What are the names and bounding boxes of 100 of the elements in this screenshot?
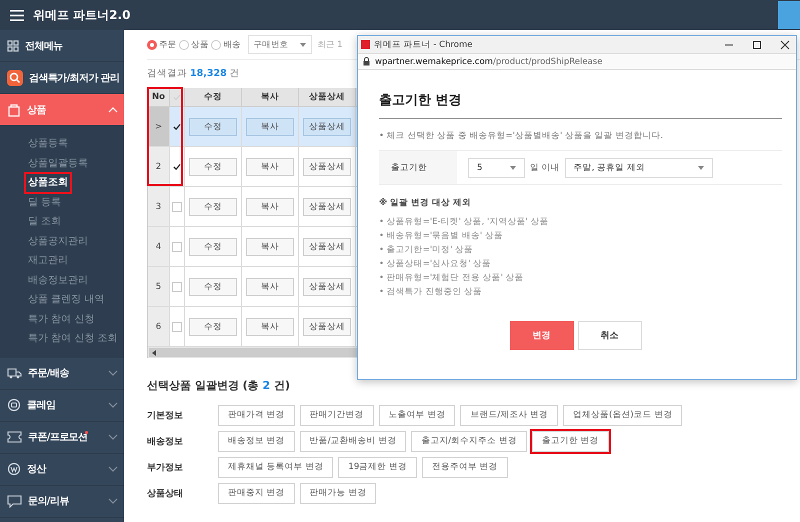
- app-logo-icon: [361, 40, 370, 49]
- corner-block: [778, 1, 800, 29]
- column-header: 복사: [242, 88, 299, 107]
- sidebar-item[interactable]: 정산: [0, 454, 124, 486]
- row-action-button[interactable]: 복사: [246, 198, 294, 216]
- exclusion-item: • 검색특가 진행중인 상품: [379, 286, 484, 299]
- sidebar-item[interactable]: 쿠폰/프로모션: [0, 422, 124, 454]
- bulk-change-button[interactable]: 판매중지 변경: [218, 482, 295, 504]
- row-action-button[interactable]: 복사: [246, 318, 294, 336]
- headset-icon: [7, 398, 21, 412]
- submenu-item[interactable]: 상품공지관리: [25, 232, 91, 251]
- chat-icon: [7, 494, 22, 508]
- row-action-button[interactable]: 복사: [246, 158, 294, 176]
- exclusions-title: ※ 일괄 변경 대상 제외: [379, 197, 472, 209]
- bulk-change-button[interactable]: 제휴채널 등록여부 변경: [218, 456, 334, 478]
- sidebar-label: 문의/리뷰: [28, 495, 69, 508]
- row-checkbox[interactable]: [172, 122, 182, 132]
- submenu-item[interactable]: 재고관리: [25, 251, 71, 270]
- window-title: 위메프 파트너 - Chrome: [374, 38, 473, 50]
- close-icon[interactable]: [780, 40, 790, 50]
- row-number: >: [148, 107, 170, 147]
- row-action-button[interactable]: 복사: [246, 238, 294, 256]
- submenu-item[interactable]: 특가 참여 신청: [25, 310, 98, 329]
- row-number: 6: [148, 307, 170, 347]
- row-action-button[interactable]: 수정: [189, 238, 237, 256]
- days-select[interactable]: 5: [468, 158, 525, 178]
- row-number: 3: [148, 187, 170, 227]
- group-label: 부가정보: [147, 462, 184, 474]
- bulk-change-button[interactable]: 전용주여부 변경: [422, 456, 508, 478]
- sidebar-item[interactable]: 문의/리뷰: [0, 486, 124, 518]
- address-url: wpartner.wemakeprice.com/product/prodShipRelease: [375, 56, 602, 66]
- sidebar-label: 주문/배송: [28, 367, 69, 380]
- row-checkbox[interactable]: [172, 162, 182, 172]
- submenu-item[interactable]: 딜 등록: [25, 192, 64, 212]
- bulk-change-button[interactable]: 출고지/회수지주소 변경: [411, 430, 527, 452]
- result-count: 검색결과 18,328 건: [147, 67, 241, 80]
- menu-icon[interactable]: [10, 10, 24, 20]
- days-unit: 일 이내: [530, 162, 560, 174]
- dialog-button[interactable]: 취소: [578, 321, 642, 350]
- submenu-item[interactable]: 상품등록: [25, 134, 71, 154]
- search-icon: [7, 70, 23, 86]
- section-title: 선택상품 일괄변경 (총 2 건): [147, 378, 292, 393]
- option-select[interactable]: 주말, 공휴일 제외: [564, 158, 713, 178]
- bag-icon: [7, 102, 21, 116]
- submenu-item[interactable]: 딜 조회: [25, 212, 64, 232]
- caret-icon: [300, 42, 306, 46]
- sidebar-item[interactable]: 주문/배송: [0, 358, 124, 390]
- radio-option[interactable]: 배송: [211, 38, 241, 50]
- sidebar-item[interactable]: 전체메뉴: [0, 30, 124, 62]
- grid-icon: [7, 40, 19, 52]
- row-action-button[interactable]: 상품상세: [303, 238, 351, 256]
- row-number: 4: [148, 227, 170, 267]
- row-action-button[interactable]: 복사: [246, 278, 294, 296]
- maximize-icon[interactable]: [752, 40, 762, 50]
- caret-icon: [698, 166, 704, 170]
- group-label: 상품상태: [147, 488, 184, 500]
- form-label: 출고기한: [379, 151, 457, 184]
- exclusion-item: • 상품유형='E-티켓' 상품, '지역상품' 상품: [379, 216, 550, 229]
- radio-option[interactable]: 주문: [147, 38, 176, 50]
- submenu-item[interactable]: 상품 클렌징 내역: [25, 290, 108, 310]
- ticket-icon: [7, 431, 22, 443]
- bulk-change-button[interactable]: 판매가능 변경: [300, 482, 376, 504]
- period-label: 최근 1: [318, 38, 342, 50]
- sidebar-label: 클레임: [27, 399, 56, 412]
- row-action-button[interactable]: 상품상세: [303, 158, 351, 176]
- row-action-button[interactable]: 수정: [189, 198, 237, 216]
- sidebar-label: 쿠폰/프로모션: [28, 431, 88, 444]
- check-icon: [173, 94, 181, 100]
- row-action-button[interactable]: 수정: [189, 158, 237, 176]
- sidebar-label: 상품: [27, 104, 46, 116]
- bulk-change-button[interactable]: 반품/교환배송비 변경: [300, 430, 406, 452]
- bulk-change-button[interactable]: 판매가격 변경: [218, 404, 295, 426]
- row-action-button[interactable]: 수정: [189, 318, 237, 336]
- submenu-item[interactable]: 상품조회: [25, 173, 71, 192]
- column-header: No: [148, 88, 170, 107]
- sidebar-item[interactable]: 클레임: [0, 390, 124, 422]
- row-action-button[interactable]: 상품상세: [303, 278, 351, 296]
- bulk-change-button[interactable]: 배송정보 변경: [218, 430, 295, 452]
- bulk-change-button[interactable]: 브랜드/제조사 변경: [460, 404, 558, 426]
- row-action-button[interactable]: 상품상세: [303, 118, 351, 136]
- search-type-dropdown[interactable]: 구매번호: [248, 35, 312, 54]
- group-label: 기본정보: [147, 410, 184, 422]
- row-action-button[interactable]: 수정: [189, 118, 237, 136]
- bulk-change-button[interactable]: 19금제한 변경: [338, 456, 417, 478]
- bulk-change-button[interactable]: 판매기간변경: [300, 404, 374, 426]
- bulk-change-button[interactable]: 업체상품(옵션)코드 변경: [562, 404, 682, 426]
- radio-option[interactable]: 상품: [179, 38, 208, 50]
- dialog-note: • 체크 선택한 상품 중 배송유형='상품별배송' 상품을 일괄 변경합니다.: [379, 130, 664, 142]
- row-action-button[interactable]: 상품상세: [303, 198, 351, 216]
- bulk-change-button[interactable]: 노출여부 변경: [378, 404, 456, 426]
- scroll-left-arrow-icon[interactable]: [152, 350, 157, 356]
- submenu-item[interactable]: 상품일괄등록: [25, 154, 91, 173]
- submenu-item[interactable]: 특가 참여 신청 조회: [25, 329, 121, 348]
- row-action-button[interactable]: 상품상세: [303, 318, 351, 336]
- submenu-item[interactable]: 배송정보관리: [25, 270, 91, 290]
- truck-icon: [7, 367, 22, 379]
- exclusion-item: • 판매유형='체험단 전용 상품' 상품: [379, 272, 525, 285]
- row-action-button[interactable]: 복사: [246, 118, 294, 136]
- bulk-change-button[interactable]: 출고기한 변경: [532, 430, 609, 452]
- row-action-button[interactable]: 수정: [189, 278, 237, 296]
